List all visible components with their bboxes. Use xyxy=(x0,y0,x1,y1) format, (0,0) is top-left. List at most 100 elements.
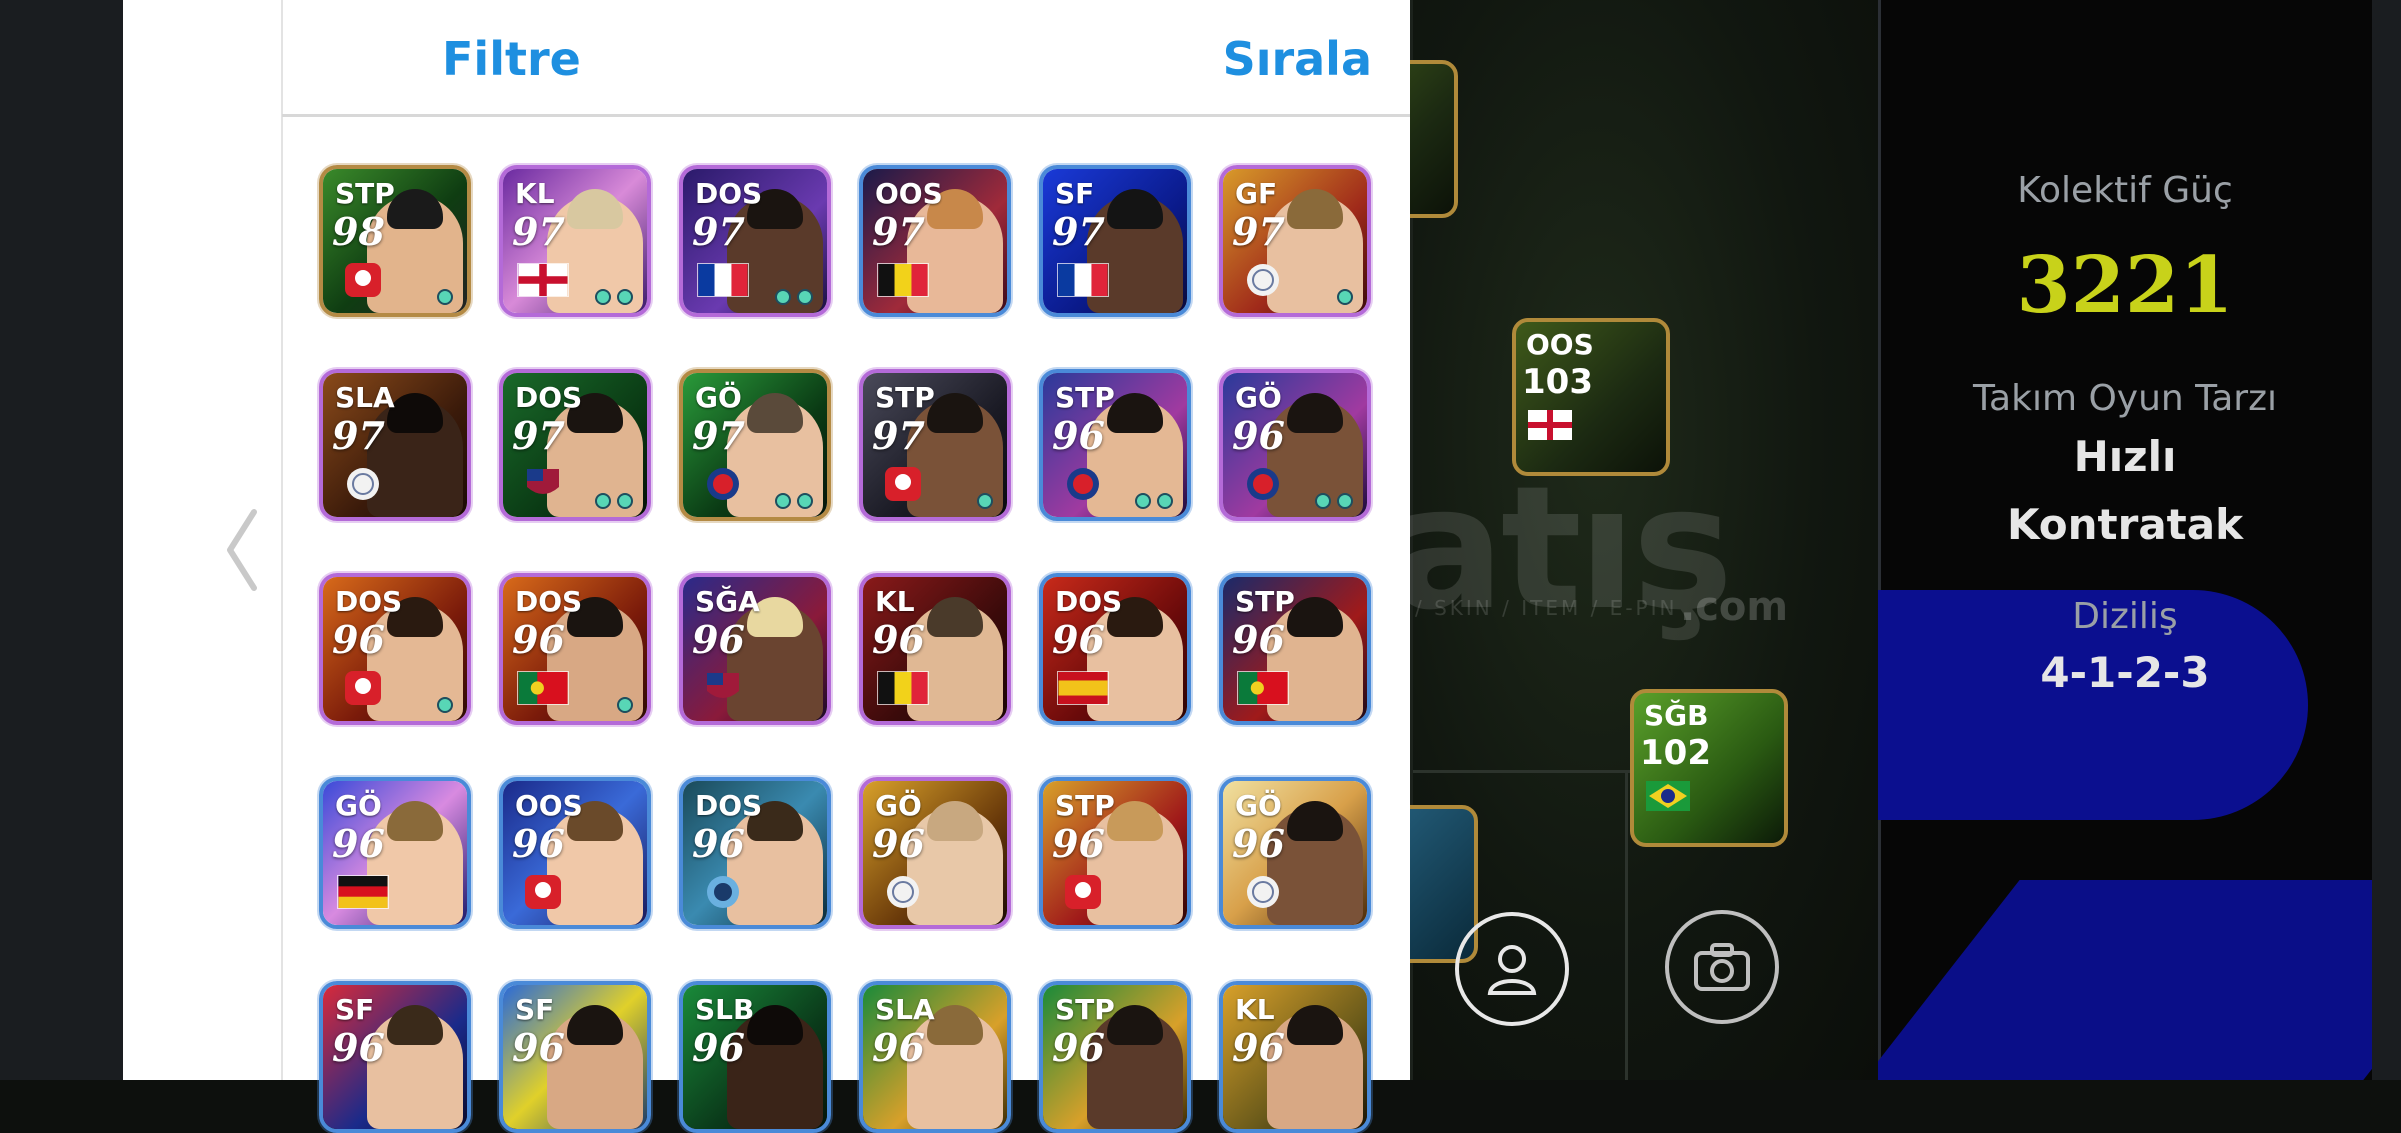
badge-red-flag-icon xyxy=(1065,875,1101,909)
skill-dot-icon xyxy=(1337,289,1353,305)
player-card[interactable]: KL 96 xyxy=(859,573,1011,725)
player-card[interactable]: GF 97 xyxy=(1219,165,1371,317)
badge-white-flag-icon xyxy=(1247,264,1279,296)
player-card[interactable]: GÖ 97 xyxy=(679,369,831,521)
portugal-flag-icon xyxy=(1237,671,1289,705)
camera-button[interactable] xyxy=(1665,910,1779,1024)
pitch-player-card[interactable] xyxy=(1410,60,1458,218)
badge-sky-flag-icon xyxy=(707,876,739,908)
player-card[interactable]: GÖ 96 xyxy=(319,777,471,929)
player-card[interactable]: SLB 96 xyxy=(679,981,831,1133)
player-card[interactable]: GÖ 96 xyxy=(859,777,1011,929)
filter-button[interactable]: Filtre xyxy=(442,32,581,86)
skill-dots xyxy=(437,289,453,305)
player-card[interactable]: STP 97 xyxy=(859,369,1011,521)
profile-icon xyxy=(1487,945,1537,995)
skill-dots xyxy=(617,697,633,713)
player-card[interactable]: DOS 97 xyxy=(679,165,831,317)
player-rating: 96 xyxy=(512,617,565,662)
player-card[interactable]: DOS 97 xyxy=(499,369,651,521)
skill-dots xyxy=(775,289,813,305)
skill-dot-icon xyxy=(617,697,633,713)
player-rating: 96 xyxy=(1232,617,1285,662)
player-position: DOS xyxy=(515,585,583,618)
player-rating: 97 xyxy=(692,413,745,458)
portugal-flag-icon xyxy=(517,671,569,705)
badge-blue-flag-icon xyxy=(1067,468,1099,500)
skill-dots xyxy=(595,493,633,509)
brazil-flag-icon xyxy=(1646,781,1690,811)
player-rating: 96 xyxy=(692,617,745,662)
skill-dot-icon xyxy=(977,493,993,509)
player-card[interactable]: SLA 96 xyxy=(859,981,1011,1133)
belgium-flag-icon xyxy=(877,671,929,705)
player-card[interactable]: DOS 96 xyxy=(499,573,651,725)
formation-label: Diziliş xyxy=(2072,596,2178,637)
player-rating: 96 xyxy=(692,1025,745,1070)
profile-button[interactable] xyxy=(1455,912,1569,1026)
player-position: SF xyxy=(515,993,555,1026)
player-card[interactable]: DOS 96 xyxy=(679,777,831,929)
skill-dot-icon xyxy=(617,289,633,305)
collective-power-value: 3221 xyxy=(2016,240,2234,331)
player-card[interactable]: SF 96 xyxy=(499,981,651,1133)
player-rating: 97 xyxy=(872,209,925,254)
player-card[interactable]: SF 97 xyxy=(1039,165,1191,317)
player-rating: 96 xyxy=(692,821,745,866)
belgium-flag-icon xyxy=(877,263,929,297)
player-card[interactable]: SĞA 96 xyxy=(679,573,831,725)
player-rating: 96 xyxy=(332,1025,385,1070)
player-card[interactable]: GÖ 96 xyxy=(1219,369,1371,521)
player-card[interactable]: SLA 97 xyxy=(319,369,471,521)
player-rating: 96 xyxy=(1052,413,1105,458)
player-position: STP xyxy=(875,381,935,414)
team-style-value-2: Kontratak xyxy=(2006,500,2244,549)
player-position: SĞA xyxy=(695,585,760,618)
player-rating: 96 xyxy=(332,821,385,866)
back-chevron-icon[interactable] xyxy=(218,500,266,600)
player-card[interactable]: STP 96 xyxy=(1039,777,1191,929)
player-position: OOS xyxy=(515,789,583,822)
decorative-wedge xyxy=(1878,880,2372,1080)
player-position: STP xyxy=(1235,585,1295,618)
badge-red-flag-icon xyxy=(525,875,561,909)
player-position: STP xyxy=(1055,381,1115,414)
sort-button[interactable]: Sırala xyxy=(1223,32,1372,86)
player-card[interactable]: STP 96 xyxy=(1039,369,1191,521)
skill-dots xyxy=(977,493,993,509)
player-position: DOS xyxy=(695,789,763,822)
player-card[interactable]: GÖ 96 xyxy=(1219,777,1371,929)
player-card[interactable]: DOS 96 xyxy=(1039,573,1191,725)
player-rating: 97 xyxy=(692,209,745,254)
player-card[interactable]: OOS 96 xyxy=(499,777,651,929)
player-rating: 96 xyxy=(1232,821,1285,866)
left-margin xyxy=(0,0,123,1080)
player-card[interactable]: DOS 96 xyxy=(319,573,471,725)
skill-dot-icon xyxy=(797,289,813,305)
player-card[interactable]: STP 96 xyxy=(1039,981,1191,1133)
player-rating: 103 xyxy=(1522,362,1593,402)
player-card[interactable]: STP 98 xyxy=(319,165,471,317)
player-card[interactable]: KL 97 xyxy=(499,165,651,317)
player-rating: 96 xyxy=(1052,821,1105,866)
modal-header: Filtre Sırala xyxy=(282,0,1410,117)
spain-flag-icon xyxy=(1057,671,1109,705)
england-flag-icon xyxy=(517,263,569,297)
player-card[interactable]: KL 96 xyxy=(1219,981,1371,1133)
player-position: GÖ xyxy=(1235,789,1282,822)
badge-barca-flag-icon xyxy=(707,673,739,698)
pitch-player-card[interactable]: SĞB 102 xyxy=(1630,689,1788,847)
badge-white-flag-icon xyxy=(887,876,919,908)
player-card[interactable]: SF 96 xyxy=(319,981,471,1133)
collective-power-label: Kolektif Güç xyxy=(2017,170,2233,211)
skill-dot-icon xyxy=(1157,493,1173,509)
player-position: KL xyxy=(875,585,915,618)
player-position: SLA xyxy=(875,993,935,1026)
player-rating: 102 xyxy=(1640,733,1711,773)
skill-dot-icon xyxy=(1337,493,1353,509)
badge-blue-flag-icon xyxy=(1247,468,1279,500)
player-card[interactable]: OOS 97 xyxy=(859,165,1011,317)
player-rating: 96 xyxy=(512,1025,565,1070)
player-card[interactable]: STP 96 xyxy=(1219,573,1371,725)
player-rating: 96 xyxy=(1232,413,1285,458)
